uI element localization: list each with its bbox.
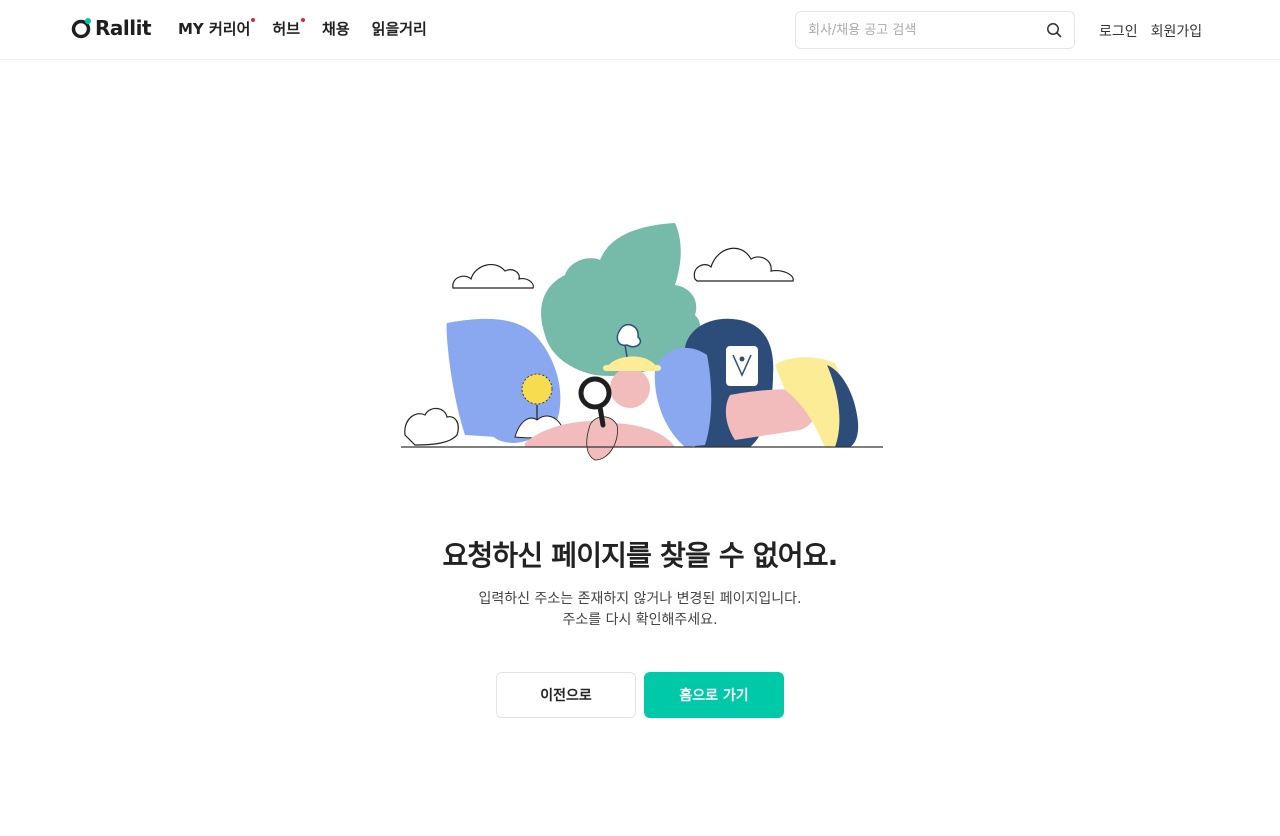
nav-new-dot bbox=[301, 18, 306, 22]
logo-text: Rallit bbox=[95, 16, 152, 40]
signup-link[interactable]: 회원가입 bbox=[1151, 21, 1203, 41]
page-title: 요청하신 페이지를 찾을 수 없어요. bbox=[442, 539, 838, 572]
nav-my-career-label: MY 커리어 bbox=[178, 20, 251, 38]
not-found-illustration bbox=[401, 223, 883, 461]
nav-my-career[interactable]: MY 커리어 bbox=[178, 18, 256, 39]
nav-jobs-label: 채용 bbox=[322, 20, 350, 38]
auth-links: 로그인 회원가입 bbox=[1099, 21, 1215, 41]
go-back-button[interactable]: 이전으로 bbox=[496, 672, 636, 718]
logo-ring-icon bbox=[71, 18, 91, 39]
nav-jobs[interactable]: 채용 bbox=[322, 18, 350, 39]
rallit-logo[interactable]: Rallit bbox=[71, 14, 152, 42]
login-link[interactable]: 로그인 bbox=[1099, 21, 1138, 41]
nav-new-dot bbox=[251, 18, 256, 22]
nav-hub[interactable]: 허브 bbox=[272, 18, 306, 39]
nav-hub-label: 허브 bbox=[272, 20, 301, 38]
main-nav: MY 커리어 허브 채용 읽을거리 bbox=[178, 18, 449, 39]
error-description: 입력하신 주소는 존재하지 않거나 변경된 페이지입니다. 주소를 다시 확인해… bbox=[0, 589, 1280, 631]
description-line-1: 입력하신 주소는 존재하지 않거나 변경된 페이지입니다. bbox=[478, 591, 802, 607]
nav-reading[interactable]: 읽을거리 bbox=[372, 18, 427, 39]
search-input[interactable] bbox=[808, 20, 1033, 40]
search-icon[interactable] bbox=[1046, 22, 1062, 38]
go-home-button[interactable]: 홈으로 가기 bbox=[644, 672, 784, 718]
action-buttons: 이전으로 홈으로 가기 bbox=[496, 672, 784, 718]
search-box bbox=[795, 11, 1075, 49]
top-header: Rallit MY 커리어 허브 채용 읽을거리 로그인 회원가입 bbox=[0, 0, 1280, 60]
nav-reading-label: 읽을거리 bbox=[371, 20, 427, 38]
description-line-2: 주소를 다시 확인해주세요. bbox=[562, 612, 718, 628]
